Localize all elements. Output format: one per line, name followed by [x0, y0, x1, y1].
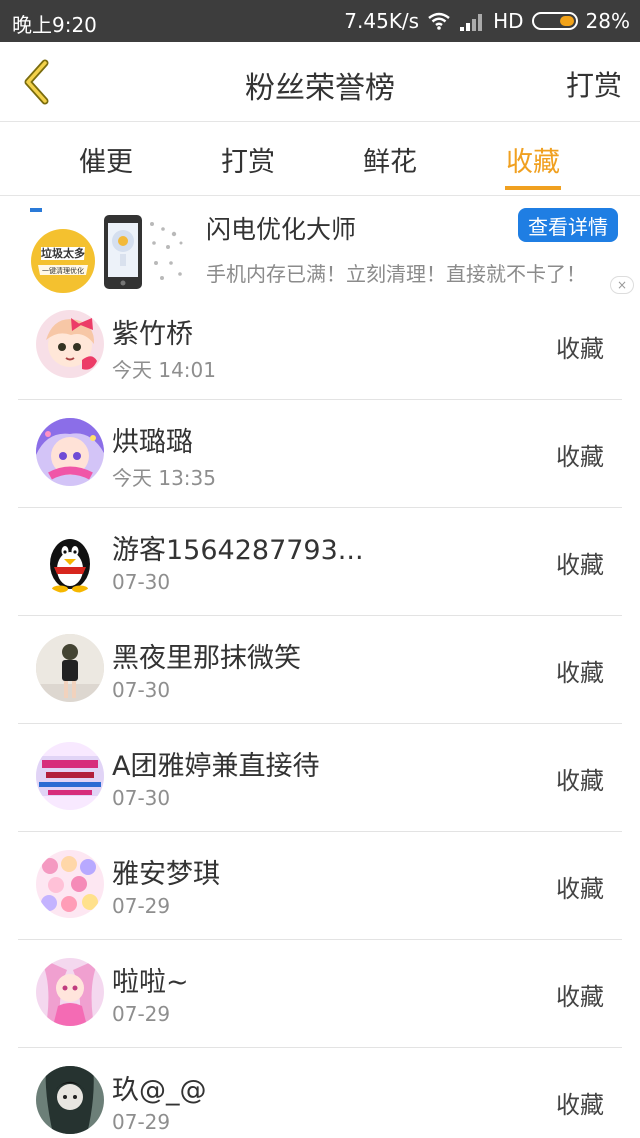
tab-flower[interactable]: 鲜花	[350, 140, 430, 179]
list-item[interactable]: 游客1564287793... 07-30 收藏	[18, 508, 622, 616]
tab-favorite[interactable]: 收藏	[493, 140, 573, 179]
reward-button[interactable]: 打赏	[566, 64, 622, 104]
avatar	[36, 310, 104, 378]
list-item[interactable]: 黑夜里那抹微笑 07-30 收藏	[18, 616, 622, 724]
signal-icon	[460, 14, 483, 31]
favorite-date: 今天 14:01	[112, 358, 216, 382]
user-name: 黑夜里那抹微笑	[112, 643, 301, 674]
header: 粉丝荣誉榜 打赏	[0, 42, 640, 122]
user-name: 紫竹桥	[112, 319, 193, 350]
list-item[interactable]: 玖@_@ 07-29 收藏	[18, 1048, 622, 1138]
user-name: 雅安梦琪	[112, 859, 220, 890]
user-name: 烘璐璐	[112, 427, 193, 458]
wifi-icon	[428, 12, 450, 30]
favorite-date: 07-30	[112, 570, 171, 594]
avatar	[36, 526, 104, 594]
list-item[interactable]: 紫竹桥 今天 14:01 收藏	[18, 292, 622, 400]
ad-image: 垃圾太多 一键清理优化	[28, 212, 188, 296]
list-item[interactable]: 啦啦~ 07-29 收藏	[18, 940, 622, 1048]
list-item[interactable]: A团雅婷兼直接待 07-30 收藏	[18, 724, 622, 832]
favorite-label: 收藏	[556, 983, 604, 1011]
active-tab-indicator	[505, 186, 561, 190]
favorite-label: 收藏	[556, 551, 604, 579]
favorite-date: 07-30	[112, 678, 171, 702]
status-bar: 晚上9:20 7.45K/s HD 28%	[0, 0, 640, 42]
battery-percent: 28%	[585, 9, 630, 33]
avatar	[36, 742, 104, 810]
user-name: 游客1564287793...	[112, 535, 364, 566]
ad-title: 闪电优化大师	[206, 215, 357, 244]
favorite-label: 收藏	[556, 335, 604, 363]
user-name: 玖@_@	[112, 1075, 207, 1106]
avatar	[36, 1066, 104, 1134]
tab-urge[interactable]: 催更	[66, 140, 146, 179]
favorite-date: 07-30	[112, 786, 171, 810]
fans-honor-page: 晚上9:20 7.45K/s HD 28% 粉丝荣誉榜 打赏 催更 打赏 鲜花 …	[0, 0, 640, 1138]
tab-bar: 催更 打赏 鲜花 收藏	[0, 122, 640, 196]
favorite-date: 07-29	[112, 1110, 171, 1134]
favorite-date: 今天 13:35	[112, 466, 216, 490]
favorite-label: 收藏	[556, 1091, 604, 1119]
status-right: 7.45K/s HD 28%	[344, 9, 630, 33]
battery-icon	[531, 12, 578, 30]
list-item[interactable]: 雅安梦琪 07-29 收藏	[18, 832, 622, 940]
favorite-label: 收藏	[556, 767, 604, 795]
status-time: 晚上9:20	[12, 13, 97, 37]
ad-image-sublabel: 一键清理优化	[42, 266, 84, 275]
avatar	[36, 418, 104, 486]
favorite-label: 收藏	[556, 659, 604, 687]
network-speed: 7.45K/s	[344, 9, 420, 33]
user-name: 啦啦~	[112, 967, 189, 998]
view-details-button[interactable]: 查看详情	[518, 208, 618, 242]
avatar	[36, 634, 104, 702]
avatar	[36, 958, 104, 1026]
list-item[interactable]: 烘璐璐 今天 13:35 收藏	[18, 400, 622, 508]
page-title: 粉丝荣誉榜	[245, 71, 395, 106]
favorite-date: 07-29	[112, 894, 171, 918]
ad-description: 手机内存已满！立刻清理！直接就不卡了！	[206, 262, 586, 286]
ad-banner[interactable]: 垃圾太多 一键清理优化 闪电优化大师 手机内存已满！立刻清理！直接就不卡了！ 查…	[18, 200, 634, 296]
favorite-date: 07-29	[112, 1002, 171, 1026]
favorite-label: 收藏	[556, 443, 604, 471]
ad-image-label: 垃圾太多	[41, 246, 85, 260]
tab-reward[interactable]: 打赏	[208, 140, 288, 179]
avatar	[36, 850, 104, 918]
favorite-list: 紫竹桥 今天 14:01 收藏 烘璐璐 今天 13:35 收藏 游客156428…	[18, 292, 622, 1138]
user-name: A团雅婷兼直接待	[112, 751, 320, 782]
favorite-label: 收藏	[556, 875, 604, 903]
network-type: HD	[493, 9, 524, 33]
